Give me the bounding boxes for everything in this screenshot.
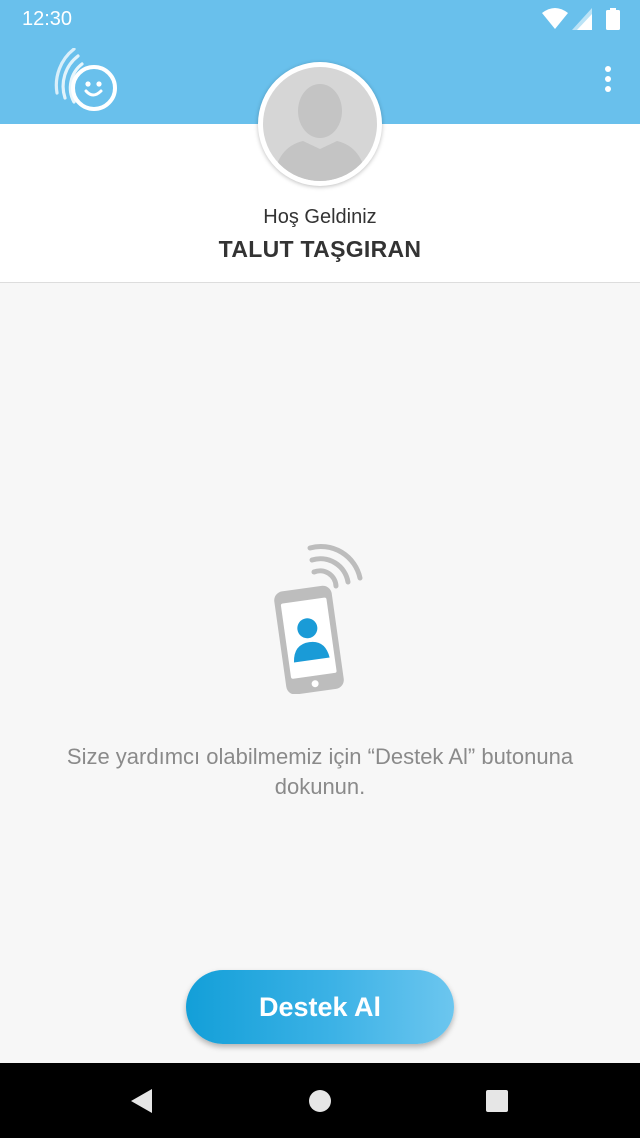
menu-dot [605,76,611,82]
welcome-text: Hoş Geldiniz [263,206,377,228]
default-user-avatar-icon [263,67,377,181]
battery-icon [606,8,620,30]
more-options-button[interactable] [596,64,620,100]
status-bar: 12:30 [0,0,640,40]
instruction-text: Size yardımcı olabilmemiz için “Destek A… [66,744,574,799]
menu-dot [605,86,611,92]
avatar [258,62,382,186]
home-circle-icon[interactable] [307,1088,333,1114]
recents-square-icon[interactable] [484,1088,510,1114]
more-vert-icon [605,66,611,72]
wifi-icon [542,8,568,29]
support-button[interactable]: Destek Al [186,970,454,1044]
system-nav-bar [0,1063,640,1138]
status-time: 12:30 [22,8,73,30]
app-logo-icon [54,48,117,111]
back-triangle-icon[interactable] [128,1087,154,1115]
user-name: TALUT TAŞGIRAN [218,236,422,262]
phone-user-signal-icon [274,543,363,694]
signal-icon [572,8,592,30]
